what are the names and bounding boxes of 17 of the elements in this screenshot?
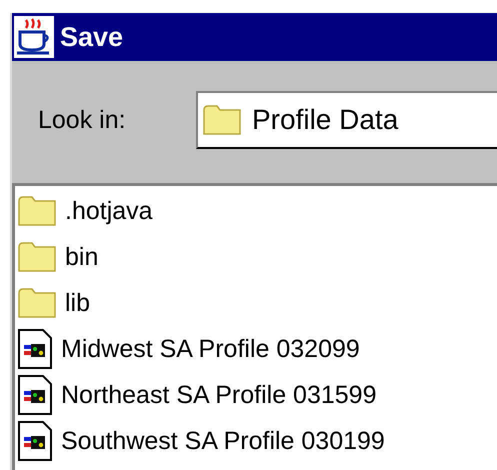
file-name[interactable]: Northeast SA Profile 031599: [61, 380, 376, 410]
file-name[interactable]: Southwest SA Profile 030199: [61, 426, 385, 456]
folder-icon: [17, 195, 57, 227]
document-icon: [17, 374, 53, 416]
document-icon: [17, 420, 53, 462]
file-name[interactable]: bin: [65, 242, 98, 272]
window-title: Save: [60, 22, 124, 52]
look-in-label: Look in:: [37, 106, 127, 134]
look-in-dropdown[interactable]: Profile Data: [196, 91, 497, 149]
file-name[interactable]: lib: [65, 288, 90, 318]
folder-icon: [17, 241, 57, 273]
coffee-cup-icon: [14, 16, 54, 58]
folder-icon: [202, 104, 242, 136]
document-icon: [17, 328, 53, 370]
file-name[interactable]: .hotjava: [65, 196, 153, 226]
file-name[interactable]: Midwest SA Profile 032099: [61, 334, 360, 364]
folder-icon: [17, 287, 57, 319]
